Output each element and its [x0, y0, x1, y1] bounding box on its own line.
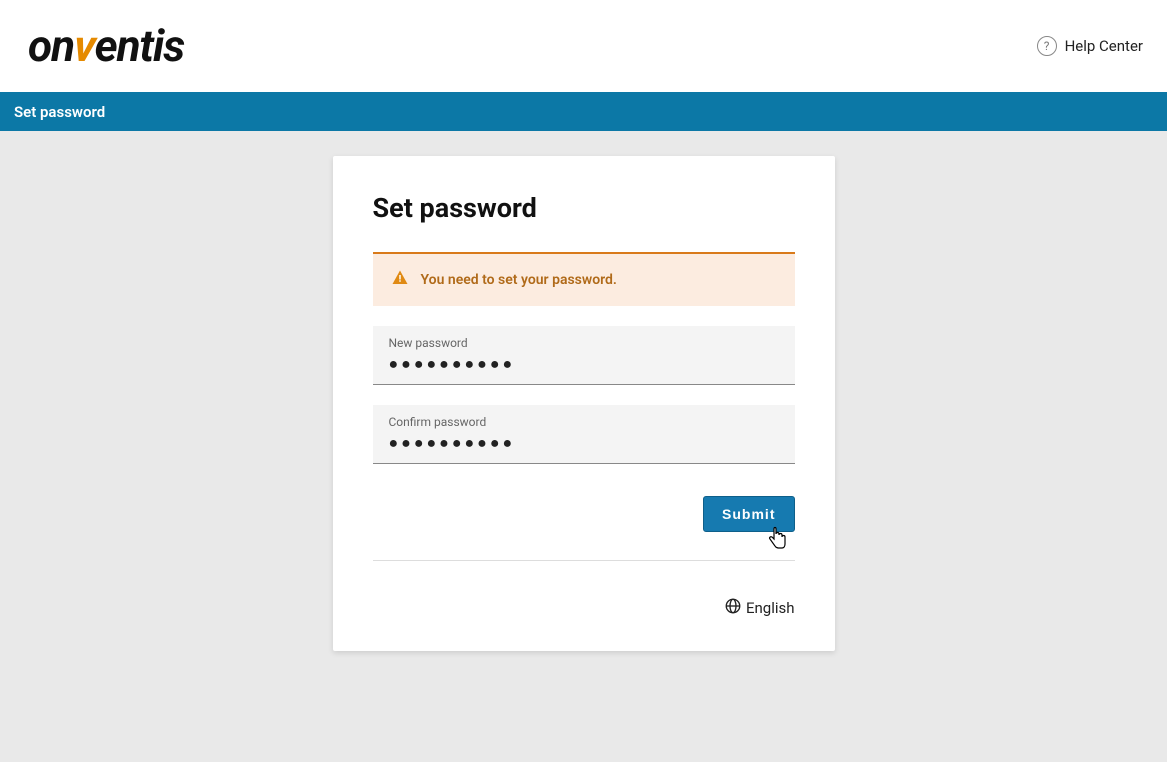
help-center-label: Help Center [1065, 37, 1143, 55]
confirm-password-field[interactable]: Confirm password ●●●●●●●●●● [373, 405, 795, 464]
brand-text-post: entis [95, 24, 185, 68]
title-bar-text: Set password [14, 103, 105, 121]
set-password-card: Set password You need to set your passwo… [333, 156, 835, 651]
brand-text-pre: on [28, 24, 74, 68]
language-selector[interactable]: English [373, 597, 795, 619]
new-password-value: ●●●●●●●●●● [389, 356, 779, 372]
title-bar: Set password [0, 92, 1167, 131]
warning-icon [391, 269, 409, 291]
app-header: onventis ? Help Center [0, 0, 1167, 92]
globe-icon [724, 597, 742, 619]
submit-button[interactable]: Submit [703, 496, 794, 532]
brand-logo: onventis [28, 24, 184, 68]
help-center-link[interactable]: ? Help Center [1037, 36, 1143, 56]
confirm-password-label: Confirm password [389, 415, 779, 429]
language-label: English [746, 599, 795, 617]
card-heading: Set password [373, 192, 795, 224]
brand-v: v [72, 24, 96, 68]
alert-text: You need to set your password. [421, 272, 617, 288]
help-icon: ? [1037, 36, 1057, 56]
confirm-password-value: ●●●●●●●●●● [389, 435, 779, 451]
new-password-label: New password [389, 336, 779, 350]
form-actions: Submit [373, 496, 795, 561]
new-password-field[interactable]: New password ●●●●●●●●●● [373, 326, 795, 385]
warning-alert: You need to set your password. [373, 252, 795, 306]
